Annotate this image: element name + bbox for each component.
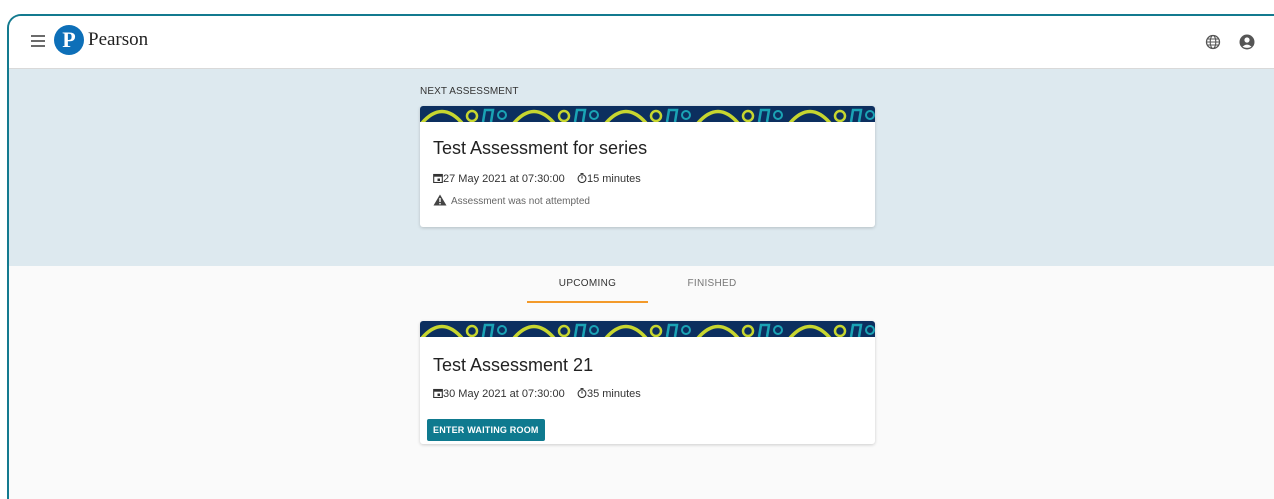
assessment-title: Test Assessment for series [433, 138, 648, 158]
account-icon[interactable] [1239, 34, 1255, 50]
assessment-duration: 35 minutes [586, 388, 641, 400]
assessment-meta: 30 May 2021 at 07:30:00 35 minutes [433, 388, 641, 400]
calendar-icon [433, 388, 443, 398]
timer-icon [577, 173, 587, 183]
pearson-logo-icon: P [54, 25, 84, 55]
assessment-meta: 27 May 2021 at 07:30:00 15 minutes [433, 173, 641, 185]
status-text: Assessment was not attempted [451, 196, 590, 207]
next-assessment-card[interactable]: Test Assessment for series 27 May 2021 a… [420, 106, 875, 227]
calendar-icon [433, 173, 443, 183]
next-assessment-section: NEXT ASSESSMENT Test Assessment for seri… [9, 69, 1274, 266]
assessment-date: 30 May 2021 at 07:30:00 [443, 388, 565, 400]
app-window: P Pearson NEXT ASSESSMENT Test Assessmen… [7, 14, 1274, 499]
warning-icon [433, 194, 447, 206]
assessment-status: Assessment was not attempted [433, 194, 590, 207]
section-label: NEXT ASSESSMENT [420, 86, 519, 97]
globe-icon[interactable] [1205, 34, 1221, 50]
enter-waiting-room-button[interactable]: ENTER WAITING ROOM [427, 419, 545, 441]
assessment-title: Test Assessment 21 [433, 355, 594, 375]
timer-icon [577, 388, 587, 398]
upcoming-assessment-card[interactable]: Test Assessment 21 30 May 2021 at 07:30:… [420, 321, 875, 444]
hamburger-icon[interactable] [31, 35, 45, 47]
tab-finished[interactable]: FINISHED [667, 278, 757, 303]
card-banner [420, 106, 875, 122]
tab-upcoming[interactable]: UPCOMING [527, 278, 648, 303]
top-bar: P Pearson [9, 16, 1274, 69]
assessment-date: 27 May 2021 at 07:30:00 [443, 173, 565, 185]
assessment-duration: 15 minutes [586, 173, 641, 185]
card-banner [420, 321, 875, 337]
brand-name: Pearson [88, 29, 149, 50]
assessment-tabs: UPCOMING FINISHED [527, 278, 777, 303]
